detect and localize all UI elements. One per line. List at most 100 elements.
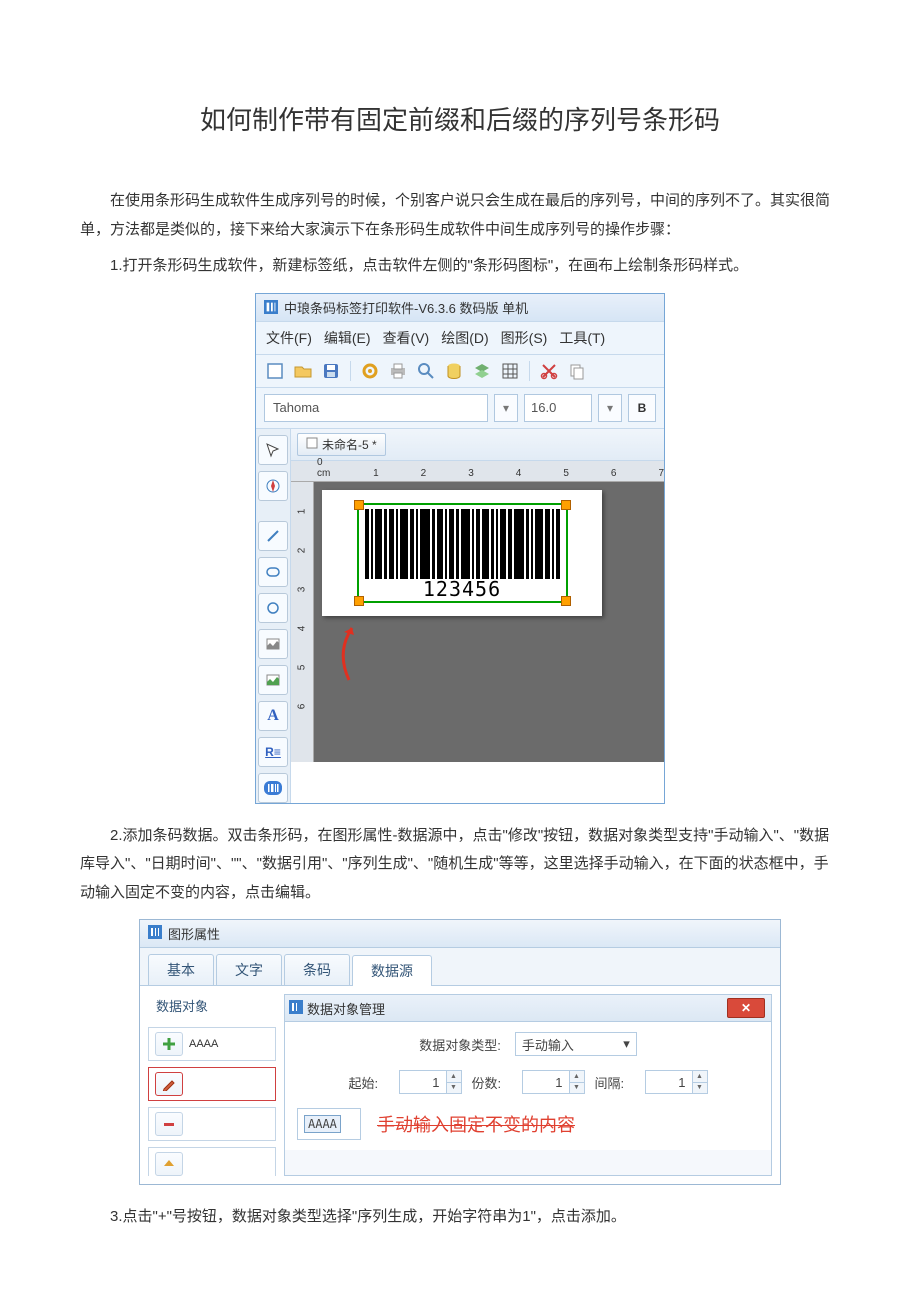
ruler-mark: 3: [297, 586, 308, 592]
line-tool-icon[interactable]: [258, 521, 288, 551]
add-icon[interactable]: [155, 1032, 183, 1056]
tab-basic[interactable]: 基本: [148, 954, 214, 985]
spin-down-icon[interactable]: ▼: [570, 1083, 584, 1094]
ruler-mark: 1: [373, 468, 379, 479]
type-select[interactable]: 手动输入 ▾: [515, 1032, 637, 1056]
start-spinbox[interactable]: 1 ▲▼: [399, 1070, 462, 1094]
count-value[interactable]: 1: [522, 1070, 570, 1094]
spin-down-icon[interactable]: ▼: [693, 1083, 707, 1094]
content-input[interactable]: AAAA: [297, 1108, 361, 1140]
ellipse-tool-icon[interactable]: [258, 593, 288, 623]
cut-icon[interactable]: [540, 362, 558, 380]
list-item[interactable]: [148, 1107, 276, 1141]
tab-data-source[interactable]: 数据源: [352, 955, 432, 986]
print-icon[interactable]: [389, 362, 407, 380]
image-color-tool-icon[interactable]: [258, 665, 288, 695]
menu-draw[interactable]: 绘图(D): [441, 328, 488, 348]
ruler-mark: 4: [297, 625, 308, 631]
gap-label: 间隔:: [595, 1073, 635, 1092]
menu-tools[interactable]: 工具(T): [559, 328, 605, 348]
layers-icon[interactable]: [473, 362, 491, 380]
richtext-tool-icon[interactable]: R≡: [258, 737, 288, 767]
data-object-manager: 数据对象管理 ✕ 数据对象类型: 手动输入 ▾: [284, 994, 772, 1176]
paragraph-intro: 在使用条形码生成软件生成序列号的时候，个别客户说只会生成在最后的序列号，中间的序…: [80, 187, 840, 244]
ruler-mark: 2: [297, 547, 308, 553]
selection-handle[interactable]: [354, 500, 364, 510]
barcode-tool-icon[interactable]: [258, 773, 288, 803]
up-icon[interactable]: [155, 1152, 183, 1176]
list-item[interactable]: [148, 1147, 276, 1176]
paragraph-step2: 2.添加条码数据。双击条形码，在图形属性-数据源中，点击"修改"按钮，数据对象类…: [80, 822, 840, 908]
new-file-icon[interactable]: [266, 362, 284, 380]
data-object-list: 数据对象 AAAA: [148, 994, 276, 1176]
close-button[interactable]: ✕: [727, 998, 765, 1018]
font-name-dropdown-icon[interactable]: ▾: [494, 394, 518, 422]
app1-font-toolbar: Tahoma ▾ 16.0 ▾ B: [256, 388, 664, 429]
gap-spinbox[interactable]: 1 ▲▼: [645, 1070, 708, 1094]
bold-button[interactable]: B: [628, 394, 656, 422]
zoom-icon[interactable]: [417, 362, 435, 380]
app1-menubar: 文件(F) 编辑(E) 查看(V) 绘图(D) 图形(S) 工具(T): [256, 321, 664, 355]
text-tool-icon[interactable]: A: [258, 701, 288, 731]
pointer-tool-icon[interactable]: [258, 435, 288, 465]
settings-icon[interactable]: [361, 362, 379, 380]
palette-spacer: [259, 507, 287, 515]
red-arrow-annotation-icon: [334, 622, 364, 682]
font-size-input[interactable]: 16.0: [524, 394, 592, 422]
image-bw-tool-icon[interactable]: [258, 629, 288, 659]
document-tab-icon: [306, 437, 318, 452]
barcode-bars-icon: [365, 509, 560, 579]
open-folder-icon[interactable]: [294, 362, 312, 380]
copy-icon[interactable]: [568, 362, 586, 380]
separator: [350, 361, 351, 381]
canvas-area[interactable]: 123456: [314, 482, 664, 762]
spin-up-icon[interactable]: ▲: [570, 1071, 584, 1083]
ruler-mark: 2: [421, 468, 427, 479]
dialog-icon: [148, 925, 162, 942]
data-object-list-title: 数据对象: [148, 994, 276, 1021]
app1-tool-palette: A R≡: [256, 429, 291, 803]
edit-icon[interactable]: [155, 1072, 183, 1096]
list-item[interactable]: AAAA: [148, 1027, 276, 1061]
selection-handle[interactable]: [561, 500, 571, 510]
tab-text[interactable]: 文字: [216, 954, 282, 985]
app1-title-text: 中琅条码标签打印软件-V6.3.6 数码版 单机: [284, 298, 528, 317]
gap-value[interactable]: 1: [645, 1070, 693, 1094]
font-name-select[interactable]: Tahoma: [264, 394, 488, 422]
label-sheet: 123456: [322, 490, 602, 616]
tab-barcode[interactable]: 条码: [284, 954, 350, 985]
menu-graphic[interactable]: 图形(S): [501, 328, 548, 348]
database-icon[interactable]: [445, 362, 463, 380]
count-spinbox[interactable]: 1 ▲▼: [522, 1070, 585, 1094]
roundrect-tool-icon[interactable]: [258, 557, 288, 587]
menu-file[interactable]: 文件(F): [266, 328, 312, 348]
spin-up-icon[interactable]: ▲: [693, 1071, 707, 1083]
screenshot-app-editor: 中琅条码标签打印软件-V6.3.6 数码版 单机 文件(F) 编辑(E) 查看(…: [255, 293, 665, 804]
barcode-object[interactable]: 123456: [357, 503, 568, 603]
list-item-value: AAAA: [189, 1038, 218, 1050]
dropdown-icon: ▾: [623, 1036, 630, 1052]
paragraph-step3: 3.点击"+"号按钮，数据对象类型选择"序列生成，开始字符串为1"，点击添加。: [80, 1203, 840, 1232]
start-value[interactable]: 1: [399, 1070, 447, 1094]
app1-titlebar: 中琅条码标签打印软件-V6.3.6 数码版 单机: [256, 294, 664, 321]
ruler-mark: 5: [563, 468, 569, 479]
dialog-tabs: 基本 文字 条码 数据源: [140, 948, 780, 986]
list-item[interactable]: [148, 1067, 276, 1101]
app1-toolbar: [256, 355, 664, 388]
remove-icon[interactable]: [155, 1112, 183, 1136]
compass-tool-icon[interactable]: [258, 471, 288, 501]
type-label: 数据对象类型:: [419, 1035, 501, 1054]
selection-handle[interactable]: [561, 596, 571, 606]
save-icon[interactable]: [322, 362, 340, 380]
grid-icon[interactable]: [501, 362, 519, 380]
dialog-titlebar: 图形属性: [140, 920, 780, 948]
font-size-dropdown-icon[interactable]: ▾: [598, 394, 622, 422]
menu-edit[interactable]: 编辑(E): [324, 328, 371, 348]
document-tab[interactable]: 未命名-5 *: [297, 433, 386, 456]
spin-down-icon[interactable]: ▼: [447, 1083, 461, 1094]
selection-handle[interactable]: [354, 596, 364, 606]
ruler-mark: 3: [468, 468, 474, 479]
count-label: 份数:: [472, 1073, 512, 1092]
spin-up-icon[interactable]: ▲: [447, 1071, 461, 1083]
menu-view[interactable]: 查看(V): [383, 328, 430, 348]
